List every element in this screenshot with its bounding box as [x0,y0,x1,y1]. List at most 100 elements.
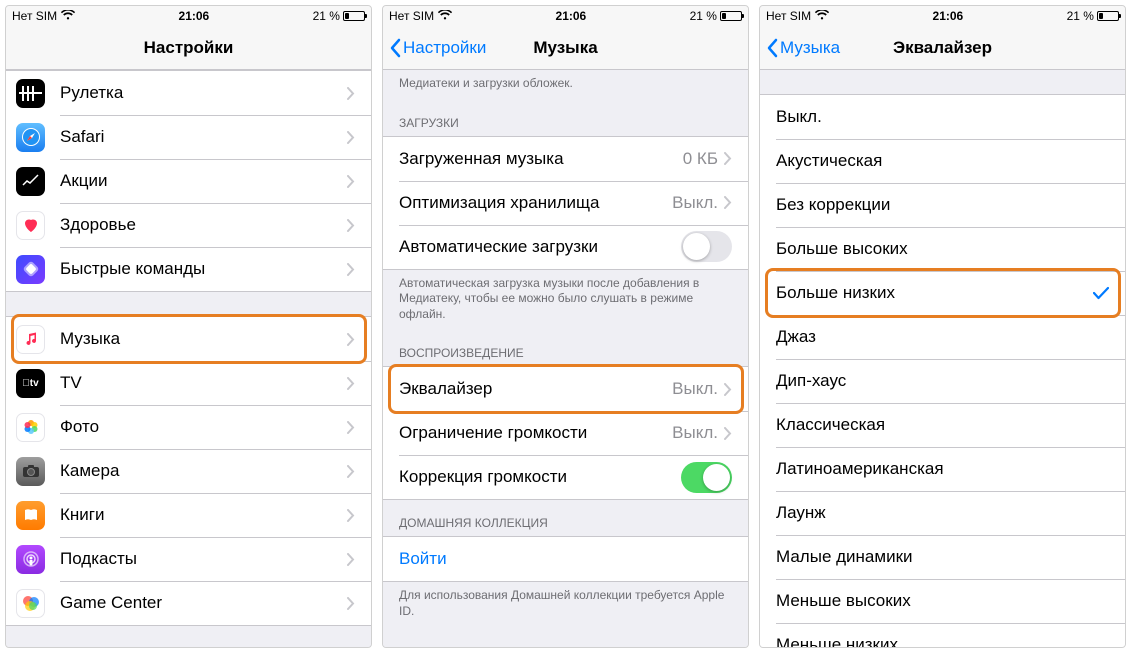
row-volume-limit[interactable]: Ограничение громкости Выкл. [383,411,748,455]
chevron-right-icon [347,465,355,478]
row-label: Эквалайзер [399,379,672,399]
settings-row-music[interactable]: Музыка [6,317,371,361]
photos-icon [16,413,45,442]
row-label: Акции [60,171,347,191]
battery-icon [720,11,742,21]
eq-option[interactable]: Джаз [760,315,1125,359]
row-label: Лаунж [776,503,1109,523]
eq-option[interactable]: Меньше высоких [760,579,1125,623]
carrier-label: Нет SIM [766,9,811,23]
row-label: Книги [60,505,347,525]
eq-option[interactable]: Меньше низких [760,623,1125,647]
section-header-downloads: ЗАГРУЗКИ [383,100,748,136]
eq-option[interactable]: Лаунж [760,491,1125,535]
eq-option[interactable]: Классическая [760,403,1125,447]
section-header-home-sharing: ДОМАШНЯЯ КОЛЛЕКЦИЯ [383,500,748,536]
row-sign-in[interactable]: Войти [383,537,748,581]
row-downloaded-music[interactable]: Загруженная музыка 0 КБ [383,137,748,181]
back-label: Музыка [780,38,840,58]
section-header-playback: ВОСПРОИЗВЕДЕНИЕ [383,330,748,366]
equalizer-list[interactable]: Выкл. АкустическаяБез коррекции Больше выс… [760,70,1125,647]
chevron-right-icon [347,553,355,566]
time-label: 21:06 [556,9,587,23]
checkmark-icon [1093,286,1109,300]
page-title: Эквалайзер [893,38,992,58]
status-bar: Нет SIM 21:06 21 % [6,6,371,26]
eq-option[interactable]: Выкл. [760,95,1125,139]
page-title: Настройки [144,38,234,58]
row-label: Войти [399,549,732,569]
chevron-left-icon [766,38,778,58]
row-label: Малые динамики [776,547,1109,567]
camera-icon [16,457,45,486]
eq-option[interactable]: Малые динамики [760,535,1125,579]
health-icon [16,211,45,240]
chevron-right-icon [347,597,355,610]
row-label: Выкл. [776,107,1109,127]
toggle-sound-check[interactable] [681,462,732,493]
settings-row-podcasts[interactable]: Подкасты [6,537,371,581]
eq-option[interactable]: Больше низких [760,271,1125,315]
nav-bar: Настройки [6,26,371,70]
section-footer: Медиатеки и загрузки обложек. [383,70,748,100]
eq-option[interactable]: Латиноамериканская [760,447,1125,491]
section-footer: Автоматическая загрузка музыки после доб… [383,270,748,331]
chevron-left-icon [389,38,401,58]
eq-option[interactable]: Дип-хаус [760,359,1125,403]
page-title: Музыка [533,38,597,58]
chevron-right-icon [724,383,732,396]
battery-pct-label: 21 % [1067,9,1094,23]
time-label: 21:06 [933,9,964,23]
shortcuts-icon [16,255,45,284]
wifi-icon [815,9,829,23]
row-label: Загруженная музыка [399,149,683,169]
back-button[interactable]: Настройки [383,38,486,58]
settings-row-stocks[interactable]: Акции [6,159,371,203]
settings-row-measure[interactable]: Рулетка [6,71,371,115]
status-bar: Нет SIM 21:06 21 % [760,6,1125,26]
settings-row-shortcuts[interactable]: Быстрые команды [6,247,371,291]
chevron-right-icon [347,333,355,346]
row-label: Фото [60,417,347,437]
podcasts-icon [16,545,45,574]
wifi-icon [61,9,75,23]
books-icon [16,501,45,530]
eq-option[interactable]: Без коррекции [760,183,1125,227]
row-equalizer[interactable]: Эквалайзер Выкл. [383,367,748,411]
chevron-right-icon [347,131,355,144]
settings-row-safari[interactable]: Safari [6,115,371,159]
settings-row-game-center[interactable]: Game Center [6,581,371,625]
eq-option[interactable]: Акустическая [760,139,1125,183]
row-label: Больше низких [776,283,1093,303]
row-label: Больше высоких [776,239,1109,259]
measure-icon [16,79,45,108]
music-settings-list[interactable]: Медиатеки и загрузки обложек. ЗАГРУЗКИ З… [383,70,748,647]
nav-bar: Настройки Музыка [383,26,748,70]
settings-screen: Нет SIM 21:06 21 % Настройки Рулетка Saf… [5,5,372,648]
settings-row-camera[interactable]: Камера [6,449,371,493]
chevron-right-icon [724,196,732,209]
toggle-auto-downloads[interactable] [681,231,732,262]
eq-option[interactable]: Больше высоких [760,227,1125,271]
settings-row-books[interactable]: Книги [6,493,371,537]
row-label: Дип-хаус [776,371,1109,391]
row-label: Камера [60,461,347,481]
chevron-right-icon [347,509,355,522]
row-label: Классическая [776,415,1109,435]
tv-icon: tv [16,369,45,398]
settings-row-photos[interactable]: Фото [6,405,371,449]
row-optimize-storage[interactable]: Оптимизация хранилища Выкл. [383,181,748,225]
settings-row-tv[interactable]: tv TV [6,361,371,405]
settings-list[interactable]: Рулетка Safari Акции Здоровье Быстрые ко [6,70,371,647]
game-center-icon [16,589,45,618]
carrier-label: Нет SIM [389,9,434,23]
row-label: Джаз [776,327,1109,347]
time-label: 21:06 [179,9,210,23]
settings-row-health[interactable]: Здоровье [6,203,371,247]
chevron-right-icon [347,421,355,434]
music-icon [16,325,45,354]
status-bar: Нет SIM 21:06 21 % [383,6,748,26]
battery-pct-label: 21 % [690,9,717,23]
back-button[interactable]: Музыка [760,38,840,58]
chevron-right-icon [347,87,355,100]
